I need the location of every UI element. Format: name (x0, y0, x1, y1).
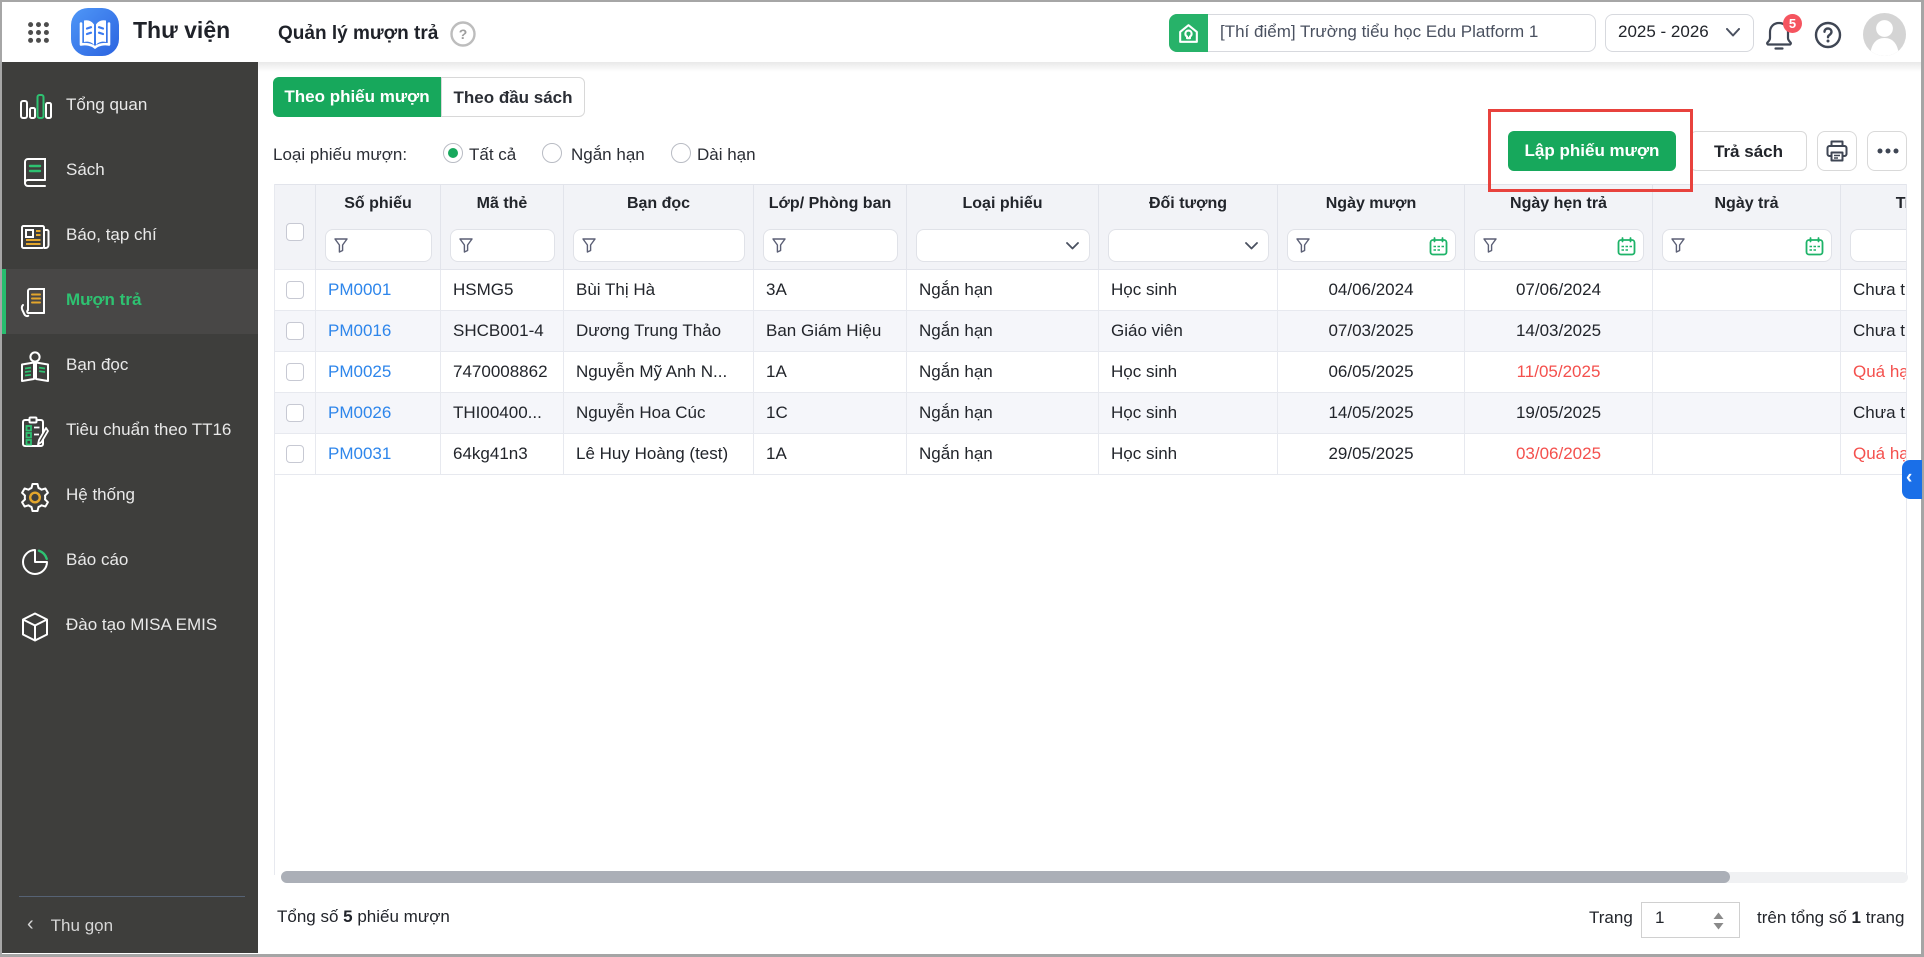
svg-text:?: ? (459, 26, 468, 42)
